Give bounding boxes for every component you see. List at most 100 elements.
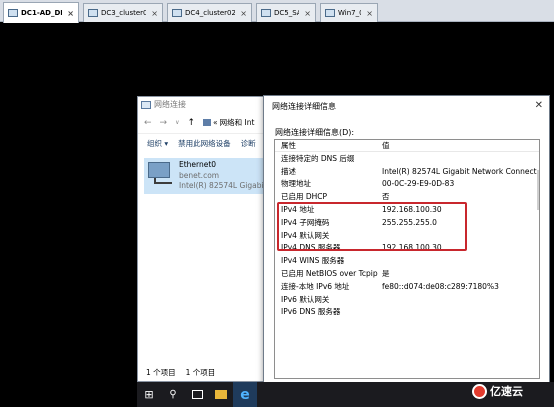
status-bar: 1 个项目 1 个项目 <box>138 363 266 381</box>
row-property: IPv6 默认网关 <box>281 294 330 304</box>
row-property: 物理地址 <box>281 179 311 189</box>
row-value: 192.168.100.30 <box>382 243 442 253</box>
network-connections-window: 网络连接 ← → ∨ ↑ « 网络和 Int 组织 ▾ 禁用此网络设备 诊断 E… <box>137 96 268 382</box>
vm-icon <box>261 9 271 17</box>
details-row[interactable]: 描述 Intel(R) 82574L Gigabit Network Connec… <box>275 165 539 178</box>
command-bar: 组织 ▾ 禁用此网络设备 诊断 <box>138 134 266 152</box>
explorer-titlebar: 网络连接 <box>138 97 266 112</box>
row-property: IPv4 子网掩码 <box>281 217 330 227</box>
close-icon[interactable]: × <box>65 9 74 18</box>
vm-icon <box>88 9 98 17</box>
organize-button[interactable]: 组织 ▾ <box>147 138 168 149</box>
list-header: 属性 值 <box>275 140 539 152</box>
adapter-name: Ethernet0 <box>179 160 217 169</box>
row-property: 已启用 NetBIOS over Tcpip <box>281 269 378 279</box>
vm-tab-dc5[interactable]: DC5_SAN × <box>256 3 316 22</box>
network-adapter-icon <box>146 160 176 188</box>
close-icon[interactable]: ✕ <box>535 100 543 111</box>
dialog-titlebar: 网络连接详细信息 <box>264 96 549 117</box>
adapter-network: benet.com <box>179 170 220 180</box>
vm-tab-dc1[interactable]: DC1-AD_DNS × <box>3 2 79 23</box>
close-icon[interactable]: × <box>302 9 311 18</box>
diagnose-button[interactable]: 诊断 <box>241 138 256 149</box>
disable-device-button[interactable]: 禁用此网络设备 <box>178 138 231 149</box>
dialog-title: 网络连接详细信息 <box>272 102 336 111</box>
file-explorer-icon[interactable] <box>209 382 233 407</box>
details-row[interactable]: 连接-本地 IPv6 地址 fe80::d074:de08:c289:7180%3 <box>275 280 539 293</box>
recent-locations-icon[interactable]: ∨ <box>175 119 179 126</box>
close-icon[interactable]: × <box>238 9 247 18</box>
task-view-icon[interactable] <box>185 382 209 407</box>
row-value: 00-0C-29-E9-0D-83 <box>382 179 455 189</box>
search-icon[interactable]: ⚲ <box>161 382 185 407</box>
internet-explorer-icon[interactable]: e <box>233 382 257 407</box>
back-arrow-icon[interactable]: ← <box>144 118 152 128</box>
adapter-device: Intel(R) 82574L Gigabi <box>179 181 264 190</box>
details-row[interactable]: IPv6 默认网关 <box>275 293 539 306</box>
watermark-text: 亿速云 <box>490 385 523 398</box>
watermark-logo-icon <box>472 383 487 399</box>
vm-tab-label: DC5_SAN <box>274 9 299 17</box>
windows-start-icon[interactable]: ⊞ <box>137 382 161 407</box>
vm-tab-label: DC3_cluster01 <box>101 9 146 17</box>
details-row[interactable]: 已启用 NetBIOS over Tcpip 是 <box>275 267 539 280</box>
details-row[interactable]: IPv6 DNS 服务器 <box>275 306 539 319</box>
row-value: 否 <box>382 192 390 202</box>
close-icon[interactable]: × <box>364 9 373 18</box>
vm-tab-label: DC1-AD_DNS <box>21 9 62 17</box>
vm-tab-bar: DC1-AD_DNS × DC3_cluster01 × DC4_cluster… <box>0 0 554 23</box>
up-arrow-icon[interactable]: ↑ <box>188 118 196 128</box>
details-row[interactable]: 连接特定的 DNS 后缀 <box>275 152 539 165</box>
vm-tab-label: Win7_02 <box>338 9 361 17</box>
column-header-property[interactable]: 属性 <box>275 140 382 151</box>
row-value: 255.255.255.0 <box>382 217 437 227</box>
row-value: fe80::d074:de08:c289:7180%3 <box>382 281 499 291</box>
row-property: 连接特定的 DNS 后缀 <box>281 153 355 163</box>
details-list[interactable]: 属性 值 连接特定的 DNS 后缀 描述 Intel(R) 82574L Gigab… <box>274 139 540 379</box>
row-property: 连接-本地 IPv6 地址 <box>281 281 350 291</box>
scrollbar[interactable] <box>537 170 539 210</box>
details-row[interactable]: 已启用 DHCP 否 <box>275 190 539 203</box>
row-value: 192.168.100.30 <box>382 205 442 215</box>
row-value: Intel(R) 82574L Gigabit Network Connect <box>382 166 537 176</box>
row-property: 描述 <box>281 166 296 176</box>
control-panel-icon <box>203 119 212 126</box>
details-row[interactable]: 物理地址 00-0C-29-E9-0D-83 <box>275 178 539 191</box>
vm-tab-win7[interactable]: Win7_02 × <box>320 3 378 22</box>
details-rows: 连接特定的 DNS 后缀 描述 Intel(R) 82574L Gigabit Ne… <box>275 152 539 318</box>
details-row[interactable]: IPv4 地址 192.168.100.30 <box>275 203 539 216</box>
ethernet-adapter-item[interactable]: Ethernet0 benet.com Intel(R) 82574L Giga… <box>144 158 268 194</box>
close-icon[interactable]: × <box>149 9 158 18</box>
breadcrumb[interactable]: « 网络和 Int <box>203 117 254 128</box>
connections-list: Ethernet0 benet.com Intel(R) 82574L Giga… <box>138 152 268 348</box>
details-row[interactable]: IPv4 WINS 服务器 <box>275 254 539 267</box>
vm-icon <box>325 9 335 17</box>
row-property: IPv4 WINS 服务器 <box>281 256 345 266</box>
row-property: IPv4 地址 <box>281 205 315 215</box>
watermark: 亿速云 <box>472 383 523 399</box>
network-connections-icon <box>141 100 151 109</box>
breadcrumb-item[interactable]: 网络和 Int <box>220 117 255 128</box>
row-property: IPv4 默认网关 <box>281 230 330 240</box>
vm-icon <box>172 9 182 17</box>
vm-tab-dc4[interactable]: DC4_cluster02 × <box>167 3 252 22</box>
vm-tab-dc3[interactable]: DC3_cluster01 × <box>83 3 163 22</box>
row-property: 已启用 DHCP <box>281 192 328 202</box>
row-value: 是 <box>382 269 390 279</box>
vm-icon <box>8 9 18 17</box>
row-property: IPv4 DNS 服务器 <box>281 243 341 253</box>
item-count: 1 个项目 <box>146 367 176 377</box>
selected-count: 1 个项目 <box>185 367 216 377</box>
explorer-nav-bar: ← → ∨ ↑ « 网络和 Int <box>138 112 266 134</box>
details-row[interactable]: IPv4 默认网关 <box>275 229 539 242</box>
details-row[interactable]: IPv4 DNS 服务器 192.168.100.30 <box>275 242 539 255</box>
details-row[interactable]: IPv4 子网掩码 255.255.255.0 <box>275 216 539 229</box>
breadcrumb-prefix: « <box>213 118 218 127</box>
explorer-title: 网络连接 <box>154 100 186 109</box>
forward-arrow-icon[interactable]: → <box>160 118 168 128</box>
column-header-value[interactable]: 值 <box>382 140 390 151</box>
network-details-dialog: 网络连接详细信息 ✕ 网络连接详细信息(D): 属性 值 连接特定的 DNS 后… <box>263 95 550 387</box>
details-caption: 网络连接详细信息(D): <box>275 128 355 137</box>
vm-tab-label: DC4_cluster02 <box>185 9 236 17</box>
row-property: IPv6 DNS 服务器 <box>281 307 341 317</box>
